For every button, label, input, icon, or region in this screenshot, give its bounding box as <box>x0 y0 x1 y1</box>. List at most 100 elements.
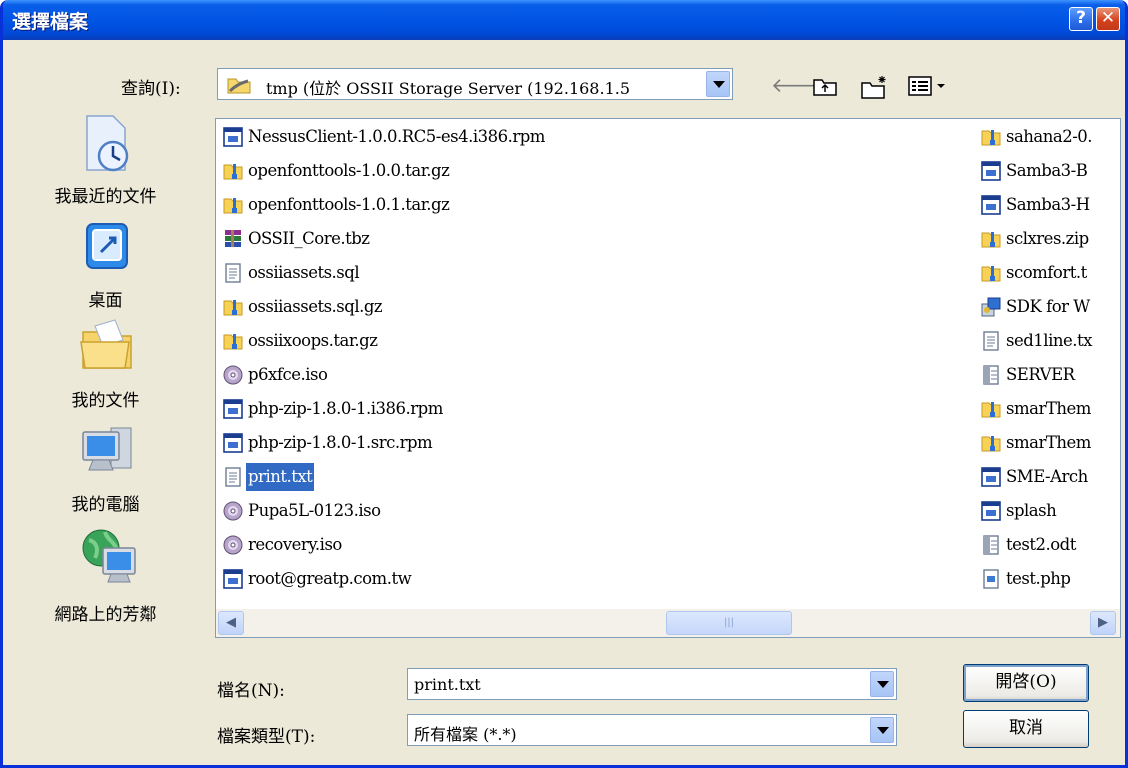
file-item[interactable]: Samba3-H <box>980 191 1120 225</box>
scrollbar-thumb[interactable]: ||| <box>666 611 792 635</box>
place-my-documents[interactable]: 我的文件 <box>3 316 208 416</box>
file-item[interactable]: sahana2-0. <box>980 123 1120 157</box>
archive-file-icon <box>223 334 243 350</box>
text-file-icon <box>225 263 241 283</box>
file-item[interactable]: openfonttools-1.0.1.tar.gz <box>222 191 782 225</box>
filename-combo[interactable]: print.txt <box>407 668 897 700</box>
file-item[interactable]: root@greatp.com.tw <box>222 565 782 599</box>
text-file-icon <box>225 467 241 487</box>
file-item[interactable]: print.txt <box>222 462 782 497</box>
place-label: 我最近的文件 <box>54 187 157 207</box>
file-item[interactable]: ossiixoops.tar.gz <box>222 327 782 361</box>
file-item[interactable]: SME-Arch <box>980 463 1120 497</box>
file-column-2: sahana2-0. Samba3-B Samba3-H sclxres.zip sco… <box>980 123 1120 599</box>
back-arrow-icon[interactable]: 🡐 <box>771 74 825 96</box>
new-folder-icon[interactable] <box>859 74 889 100</box>
lookin-dropdown[interactable]: tmp (位於 OSSII Storage Server (192.168.1.… <box>217 68 733 100</box>
file-item[interactable]: Pupa5L-0123.iso <box>222 497 782 531</box>
file-item[interactable]: smarThem <box>980 429 1120 463</box>
file-file-icon <box>981 195 1001 215</box>
installer-file-icon <box>981 297 1001 317</box>
file-item[interactable]: test.php <box>980 565 1120 599</box>
filename-label: 檔名(N): <box>217 681 285 701</box>
file-name: php-zip-1.8.0-1.src.rpm <box>248 433 433 452</box>
place-my-computer[interactable]: 我的電腦 <box>3 420 208 520</box>
archive-file-icon <box>223 164 243 180</box>
filetype-select[interactable]: 所有檔案 (*.*) <box>407 714 897 746</box>
file-file-icon <box>981 161 1001 181</box>
place-recent-documents[interactable]: 我最近的文件 <box>3 108 208 208</box>
lookin-dropdown-button[interactable] <box>706 71 730 97</box>
archive-file-icon <box>223 198 243 214</box>
file-name: recovery.iso <box>248 535 342 554</box>
file-item[interactable]: openfonttools-1.0.0.tar.gz <box>222 157 782 191</box>
file-item[interactable]: sed1line.tx <box>980 327 1120 361</box>
file-item[interactable]: NessusClient-1.0.0.RC5-es4.i386.rpm <box>222 123 782 157</box>
file-item[interactable]: SERVER <box>980 361 1120 395</box>
file-item[interactable]: php-zip-1.8.0-1.i386.rpm <box>222 395 782 429</box>
file-item[interactable]: splash <box>980 497 1120 531</box>
file-name: ossiiassets.sql <box>248 263 360 282</box>
file-name: SERVER <box>1006 365 1075 384</box>
rar-file-icon <box>225 230 241 247</box>
file-name: Samba3-H <box>1006 195 1090 214</box>
file-name: openfonttools-1.0.1.tar.gz <box>248 195 450 214</box>
file-item[interactable]: test2.odt <box>980 531 1120 565</box>
file-item[interactable]: p6xfce.iso <box>222 361 782 395</box>
my-documents-icon <box>80 319 132 369</box>
views-menu-icon[interactable] <box>907 74 951 98</box>
up-folder-icon[interactable] <box>811 74 839 98</box>
file-name: openfonttools-1.0.0.tar.gz <box>248 161 450 180</box>
file-name: php-zip-1.8.0-1.i386.rpm <box>248 399 443 418</box>
file-open-dialog: 選擇檔案 ? ✕ 查詢(I): tmp (位於 OSSII Storage Se… <box>0 0 1128 768</box>
file-name: OSSII_Core.tbz <box>248 229 370 248</box>
file-file-icon <box>223 433 243 453</box>
file-item[interactable]: recovery.iso <box>222 531 782 565</box>
file-item[interactable]: scomfort.t <box>980 259 1120 293</box>
help-button[interactable]: ? <box>1069 7 1093 31</box>
file-name: Samba3-B <box>1006 161 1088 180</box>
file-name: ossiixoops.tar.gz <box>248 331 378 350</box>
file-file-icon <box>223 399 243 419</box>
file-item[interactable]: php-zip-1.8.0-1.src.rpm <box>222 429 782 463</box>
scroll-right-button[interactable]: ▶ <box>1090 611 1116 635</box>
file-item[interactable]: OSSII_Core.tbz <box>222 225 782 259</box>
archive-file-icon <box>981 402 1001 418</box>
filetype-dropdown-button[interactable] <box>870 717 894 743</box>
filename-dropdown-button[interactable] <box>870 671 894 697</box>
place-label: 網路上的芳鄰 <box>54 605 157 625</box>
php-file-icon <box>983 569 999 589</box>
scroll-left-button[interactable]: ◀ <box>218 611 244 635</box>
doc-file-icon <box>983 365 999 385</box>
network-folder-icon <box>227 78 251 94</box>
network-places-icon <box>82 529 136 583</box>
file-name: sed1line.tx <box>1006 331 1092 350</box>
close-button[interactable]: ✕ <box>1096 7 1120 31</box>
archive-file-icon <box>981 130 1001 146</box>
file-name: splash <box>1006 501 1057 520</box>
text-file-icon <box>983 331 999 351</box>
file-file-icon <box>223 127 243 147</box>
file-item[interactable]: ossiiassets.sql <box>222 259 782 293</box>
places-bar: 我最近的文件 桌面 我的文件 我的電腦 網路上的芳鄰 <box>3 108 208 668</box>
place-desktop[interactable]: 桌面 <box>3 214 208 314</box>
archive-file-icon <box>981 232 1001 248</box>
horizontal-scrollbar[interactable]: ◀ ||| ▶ <box>216 609 1120 637</box>
file-column-1: NessusClient-1.0.0.RC5-es4.i386.rpm openf… <box>222 123 782 599</box>
file-list[interactable]: NessusClient-1.0.0.RC5-es4.i386.rpm openf… <box>215 118 1121 638</box>
file-item[interactable]: smarThem <box>980 395 1120 429</box>
file-file-icon <box>223 569 243 589</box>
file-name: test2.odt <box>1006 535 1076 554</box>
cancel-button[interactable]: 取消 <box>963 710 1089 748</box>
place-network[interactable]: 網路上的芳鄰 <box>3 522 208 625</box>
file-name: NessusClient-1.0.0.RC5-es4.i386.rpm <box>248 127 545 146</box>
open-button[interactable]: 開啓(O) <box>963 664 1089 702</box>
doc-file-icon <box>983 535 999 555</box>
desktop-icon <box>86 223 128 269</box>
file-item[interactable]: SDK for W <box>980 293 1120 327</box>
title-bar[interactable]: 選擇檔案 ? ✕ <box>3 0 1125 40</box>
disc-file-icon <box>223 365 243 385</box>
file-item[interactable]: ossiiassets.sql.gz <box>222 293 782 327</box>
file-item[interactable]: Samba3-B <box>980 157 1120 191</box>
file-item[interactable]: sclxres.zip <box>980 225 1120 259</box>
